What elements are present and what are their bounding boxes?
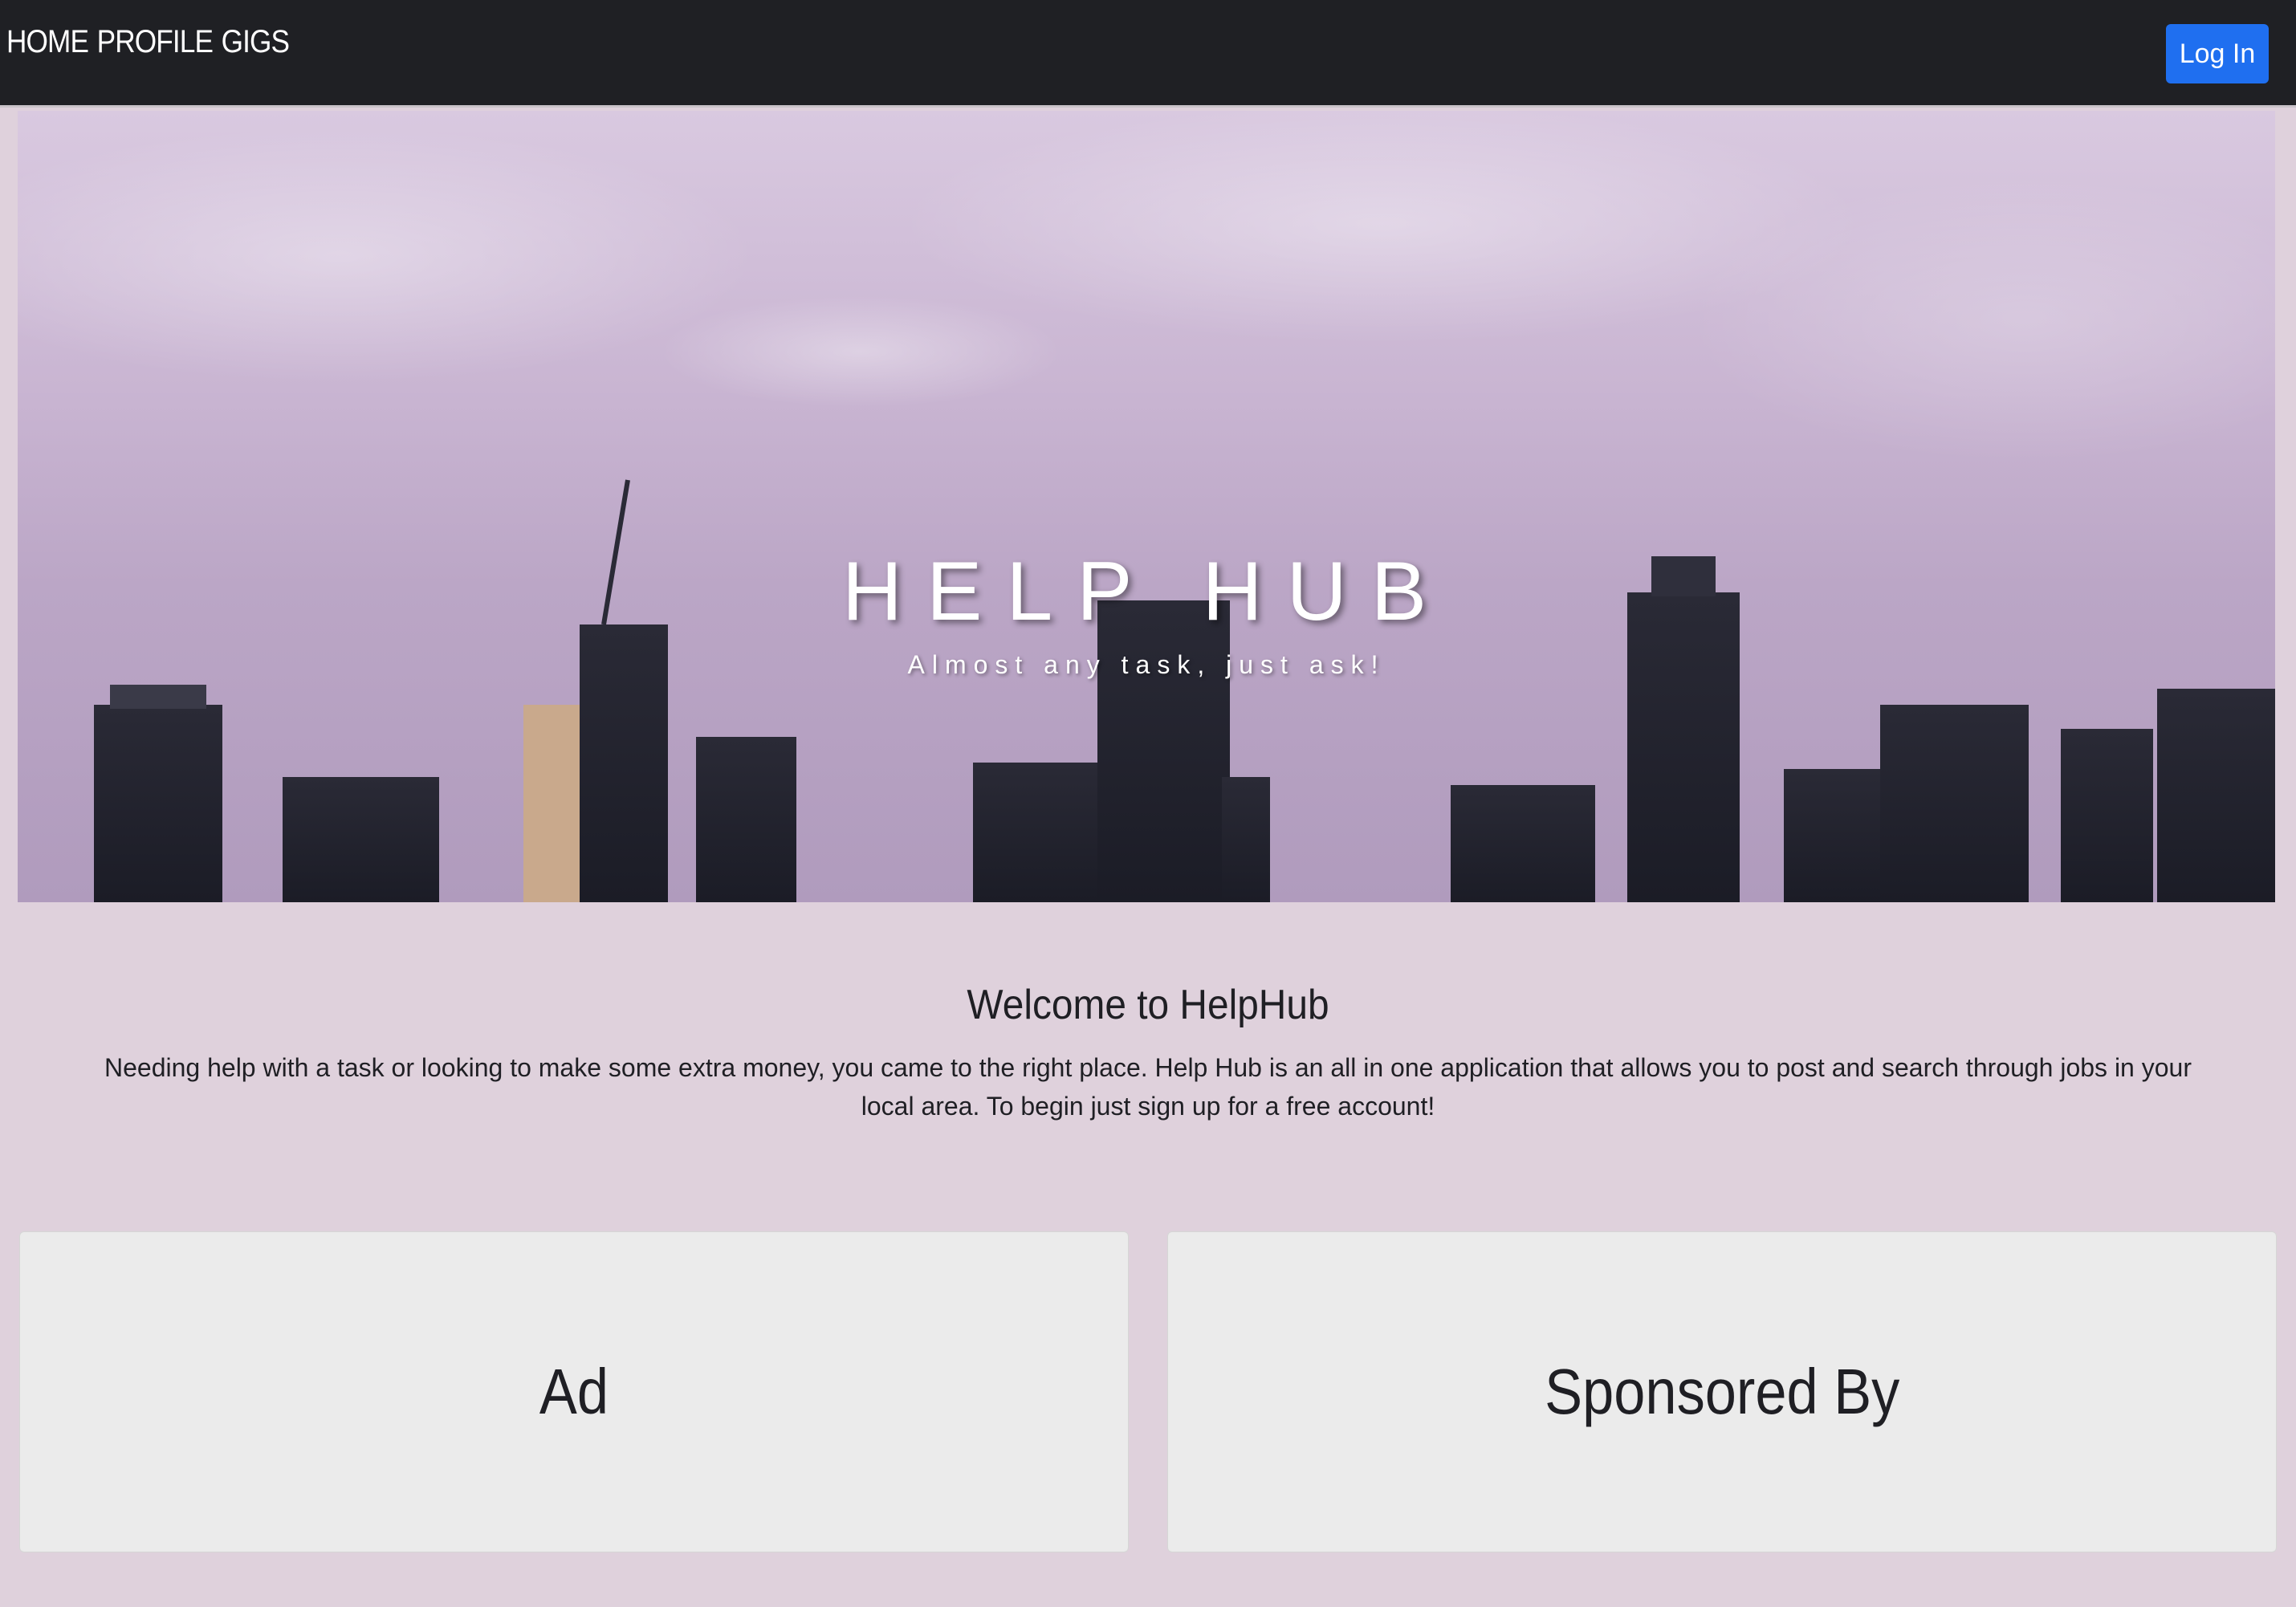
- sponsored-card-label: Sponsored By: [1544, 1356, 1900, 1427]
- welcome-title: Welcome to HelpHub: [967, 982, 1329, 1028]
- nav-link-profile[interactable]: PROFILE: [97, 24, 214, 60]
- hero-title: HELP HUB: [841, 545, 1451, 638]
- hero-banner: HELP HUB Almost any task, just ask!: [18, 111, 2275, 902]
- nav-link-gigs[interactable]: GIGS: [222, 24, 290, 60]
- sponsored-card: Sponsored By: [1167, 1231, 2277, 1552]
- nav-links: HOME PROFILE GIGS: [6, 24, 298, 60]
- login-button[interactable]: Log In: [2166, 24, 2269, 83]
- nav-link-home[interactable]: HOME: [6, 24, 89, 60]
- ad-card-label: Ad: [539, 1356, 609, 1427]
- city-skyline-image: [18, 111, 2275, 902]
- ad-card: Ad: [19, 1231, 1129, 1552]
- hero-subtitle: Almost any task, just ask!: [907, 650, 1386, 679]
- welcome-description: Needing help with a task or looking to m…: [104, 1053, 2192, 1121]
- top-navbar: HOME PROFILE GIGS Log In: [0, 0, 2296, 108]
